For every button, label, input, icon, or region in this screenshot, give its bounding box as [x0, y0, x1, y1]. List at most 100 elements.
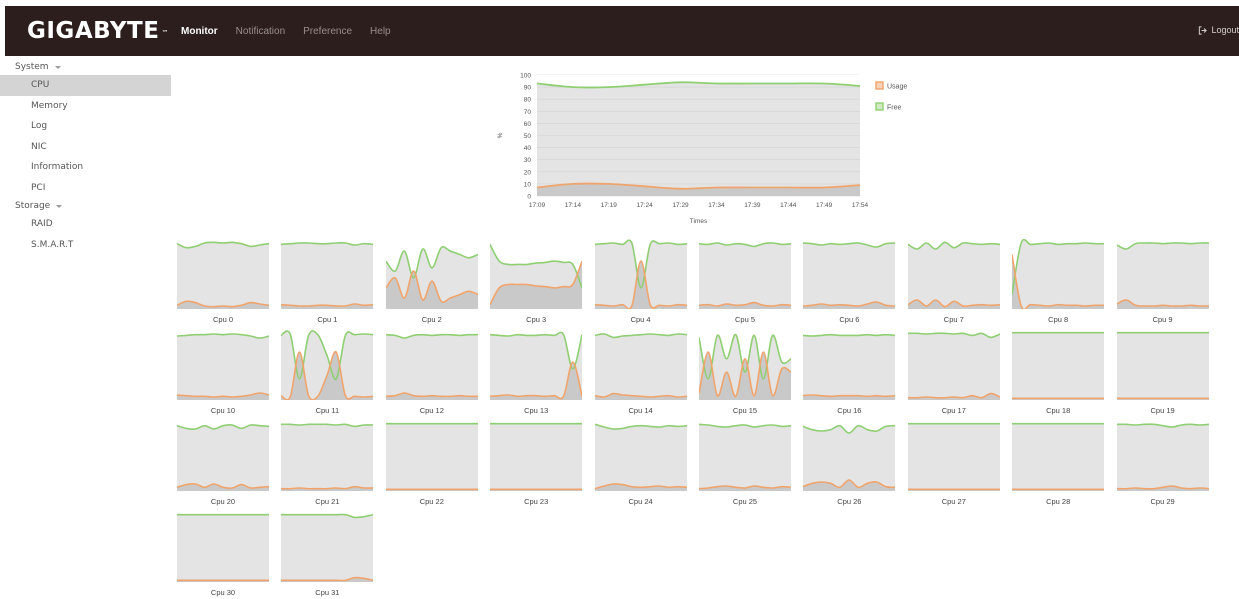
sidebar-item-raid[interactable]: RAID — [0, 214, 171, 235]
cpu-label: Cpu 13 — [524, 406, 549, 415]
cpu-mini-chart — [177, 421, 269, 491]
cpu-label: Cpu 23 — [524, 497, 549, 506]
sidebar-item-cpu[interactable]: CPU — [0, 75, 171, 96]
sidebar-group-storage[interactable]: Storage — [0, 198, 171, 214]
cpu-free-area — [803, 330, 896, 400]
top-navbar: GIGABYTE ™ Monitor Notification Preferenc… — [5, 6, 1239, 56]
caret-down-icon — [56, 204, 63, 208]
cpu-free-area — [699, 421, 791, 491]
cpu-chart-card: Cpu 23 — [490, 421, 583, 507]
cpu-free-area — [594, 330, 687, 400]
cpu-label: Cpu 6 — [839, 315, 860, 324]
legend-swatch — [875, 81, 884, 90]
sidebar-group-system[interactable]: System — [0, 59, 171, 75]
cpu-chart-card: Cpu 9 — [1116, 239, 1209, 325]
y-tick-label: 100 — [520, 73, 531, 80]
cpu-label: Cpu 10 — [210, 406, 236, 415]
cpu-mini-chart — [177, 512, 269, 582]
x-tick-label: 17:29 — [672, 202, 689, 209]
y-tick-label: 90 — [524, 85, 532, 92]
sidebar-item-information[interactable]: Information — [0, 157, 171, 178]
x-tick-label: 17:54 — [852, 202, 869, 209]
cpu-free-area — [907, 239, 1000, 309]
cpu-mini-chart — [1012, 239, 1105, 309]
sidebar-item-pci[interactable]: PCI — [0, 178, 171, 199]
cpu-label: Cpu 29 — [1150, 497, 1175, 506]
cpu-label: Cpu 25 — [732, 497, 758, 506]
cpu-free-area — [907, 330, 1000, 400]
cpu-label: Cpu 17 — [941, 406, 966, 415]
cpu-chart-card: Cpu 18 — [1012, 330, 1105, 416]
cpu-label: Cpu 15 — [732, 406, 758, 415]
cpu-mini-chart — [1116, 239, 1209, 309]
cpu-label: Cpu 12 — [419, 406, 444, 415]
sidebar-item-log[interactable]: Log — [0, 116, 171, 137]
cpu-chart-card: Cpu 24 — [594, 421, 687, 507]
cpu-mini-chart — [907, 239, 1000, 309]
cpu-chart-card: Cpu 17 — [907, 330, 1000, 416]
cpu-chart-card: Cpu 26 — [803, 421, 896, 507]
y-tick-label: 80 — [524, 97, 532, 104]
sidebar-group-label: Storage — [15, 201, 51, 211]
cpu-mini-chart — [907, 330, 1000, 400]
cpu-mini-chart — [594, 421, 687, 491]
cpu-mini-chart — [281, 512, 374, 582]
cpu-free-area — [907, 421, 1000, 491]
y-tick-label: 10 — [524, 181, 532, 188]
nav-preference[interactable]: Preference — [303, 26, 352, 37]
cpu-free-area — [281, 421, 374, 491]
cpu-mini-chart — [385, 421, 478, 491]
legend-label: Free — [887, 105, 902, 112]
y-tick-label: 40 — [524, 145, 532, 152]
logo-trademark: ™ — [161, 29, 169, 37]
cpu-free-area — [281, 239, 374, 309]
cpu-label: Cpu 8 — [1048, 315, 1069, 324]
y-tick-label: 60 — [524, 121, 532, 128]
cpu-mini-chart — [281, 239, 374, 309]
cpu-mini-chart — [907, 421, 1000, 491]
cpu-free-area — [177, 330, 269, 400]
cpu-label: Cpu 16 — [837, 406, 862, 415]
sidebar-item-smart[interactable]: S.M.A.R.T — [0, 235, 171, 256]
logout-button[interactable]: Logout — [1198, 25, 1239, 35]
y-tick-label: 0 — [527, 194, 531, 201]
cpu-chart-card: Cpu 16 — [803, 330, 896, 416]
cpu-free-area — [385, 330, 478, 400]
x-tick-label: 17:39 — [744, 202, 761, 209]
cpu-mini-chart — [803, 330, 896, 400]
cpu-free-area — [1116, 239, 1209, 309]
caret-down-icon — [54, 65, 61, 69]
sidebar: System CPU Memory Log NIC Information PC… — [0, 59, 171, 255]
gigabyte-logo[interactable]: GIGABYTE ™ — [27, 17, 169, 45]
y-axis-label: % — [497, 132, 504, 138]
cpu-label: Cpu 0 — [212, 315, 233, 324]
cpu-chart-card: Cpu 0 — [177, 239, 269, 325]
cpu-label: Cpu 2 — [421, 315, 442, 324]
cpu-mini-chart — [699, 330, 791, 400]
sidebar-item-memory[interactable]: Memory — [0, 96, 171, 117]
cpu-chart-card: Cpu 22 — [385, 421, 478, 507]
cpu-usage-chart: 0 10 20 30 40 50 60 70 80 90 100 17:09 17:14 17:19 17:… — [497, 73, 907, 226]
cpu-mini-chart — [490, 239, 583, 309]
cpu-free-area — [177, 239, 269, 309]
nav-monitor[interactable]: Monitor — [181, 26, 218, 37]
cpu-free-area — [1012, 330, 1105, 400]
cpu-chart-card: Cpu 15 — [699, 330, 791, 416]
cpu-chart-card: Cpu 29 — [1116, 421, 1209, 507]
cpu-chart-card: Cpu 31 — [281, 512, 374, 598]
legend-swatch — [875, 102, 884, 111]
x-tick-label: 17:44 — [780, 202, 797, 209]
nav-notification[interactable]: Notification — [236, 26, 285, 37]
x-tick-label: 17:49 — [816, 202, 833, 209]
cpu-chart-card: Cpu 27 — [907, 421, 1000, 507]
cpu-label: Cpu 26 — [837, 497, 862, 506]
x-tick-label: 17:19 — [601, 202, 618, 209]
cpu-free-area — [1116, 330, 1209, 400]
cpu-label: Cpu 30 — [210, 588, 236, 597]
y-tick-label: 20 — [524, 169, 532, 176]
sidebar-item-nic[interactable]: NIC — [0, 137, 171, 158]
cpu-chart-card: Cpu 10 — [177, 330, 269, 416]
nav-help[interactable]: Help — [370, 26, 391, 37]
cpu-label: Cpu 9 — [1152, 315, 1173, 324]
cpu-chart-card: Cpu 19 — [1116, 330, 1209, 416]
